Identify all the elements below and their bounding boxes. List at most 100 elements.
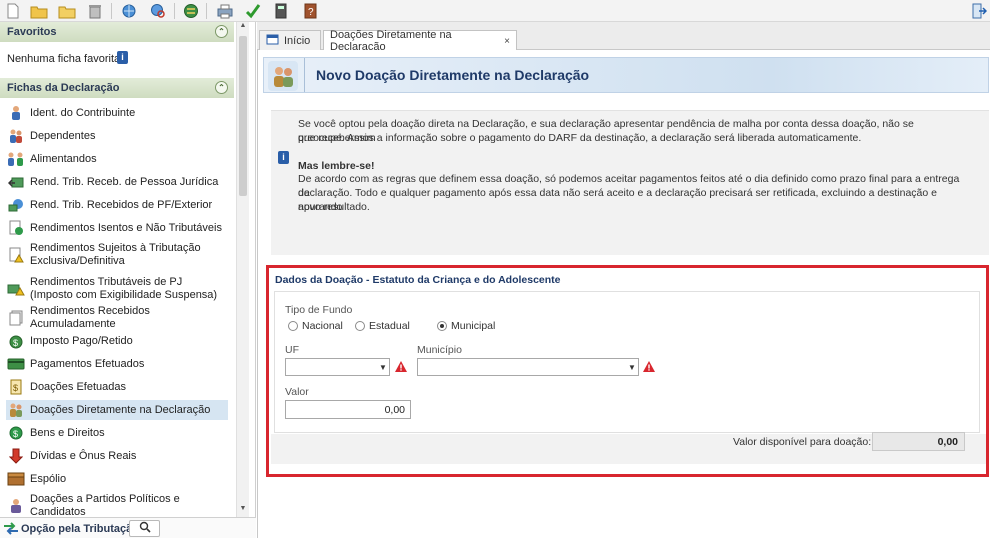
page-banner: Novo Doação Diretamente na Declaração: [263, 57, 989, 93]
sidebar-item-label: Dívidas e Ônus Reais: [30, 449, 137, 462]
sidebar-item-rend-exigibilidade-suspensa[interactable]: Rendimentos Tributáveis de PJ (Imposto c…: [6, 274, 228, 304]
down-arrow-icon: [6, 447, 26, 465]
calculator-icon[interactable]: [272, 2, 290, 20]
municipio-select[interactable]: ▼: [417, 358, 639, 376]
document-check-icon: [6, 219, 26, 237]
trash-icon[interactable]: [86, 2, 104, 20]
sidebar-item-label: Alimentandos: [30, 152, 97, 165]
municipio-label: Município: [417, 344, 462, 356]
ballot-icon: [6, 497, 26, 515]
radio-nacional[interactable]: Nacional: [288, 320, 343, 332]
globe-search-icon[interactable]: [149, 2, 167, 20]
fichas-header[interactable]: Fichas da Declaração ⌃: [0, 78, 234, 98]
info-icon: i: [278, 151, 289, 164]
exit-icon[interactable]: [970, 2, 988, 20]
scroll-down-icon[interactable]: ▼: [237, 505, 249, 517]
sidebar-item-espolio[interactable]: Espólio: [6, 469, 228, 489]
document-warning-icon: [6, 246, 26, 264]
check-icon[interactable]: [244, 2, 262, 20]
arrows-icon: [3, 521, 19, 538]
help-book-icon[interactable]: ?: [301, 2, 319, 20]
svg-text:$: $: [13, 383, 18, 393]
info-box: i Se você optou pela doação direta na De…: [271, 110, 989, 255]
sidebar-item-rend-isentos[interactable]: Rendimentos Isentos e Não Tributáveis: [6, 218, 228, 238]
radio-label: Estadual: [369, 320, 410, 332]
valor-disponivel-value: 0,00: [872, 432, 965, 451]
svg-text:?: ?: [308, 7, 314, 18]
radio-municipal[interactable]: Municipal: [437, 320, 495, 332]
sidebar-item-pagamentos[interactable]: Pagamentos Efetuados: [6, 354, 228, 374]
open-folder-icon[interactable]: [30, 2, 48, 20]
info-icon[interactable]: i: [117, 51, 128, 64]
money-warning-icon: [6, 280, 26, 298]
form-title: Dados da Doação - Estatuto da Criança e …: [275, 274, 561, 286]
page-title: Novo Doação Diretamente na Declaração: [316, 67, 590, 83]
valor-input[interactable]: 0,00: [285, 400, 411, 419]
valor-disponivel-label: Valor disponível para doação:: [733, 436, 872, 448]
sidebar-item-alimentandos[interactable]: Alimentandos: [6, 149, 228, 169]
sidebar-item-label: Imposto Pago/Retido: [30, 334, 133, 347]
sidebar-item-ident-contribuinte[interactable]: Ident. do Contribuinte: [6, 103, 228, 123]
svg-text:$: $: [13, 429, 18, 439]
sidebar-item-rend-trib-pj[interactable]: Rend. Trib. Receb. de Pessoa Jurídica: [6, 172, 228, 192]
close-icon[interactable]: ×: [504, 36, 510, 47]
sidebar-item-dependentes[interactable]: Dependentes: [6, 126, 228, 146]
radio-dot-selected: [437, 321, 447, 331]
sidebar-item-label: Doações Efetuadas: [30, 380, 127, 393]
transmit-icon[interactable]: [182, 2, 200, 20]
radio-estadual[interactable]: Estadual: [355, 320, 410, 332]
tab-inicio[interactable]: Início: [259, 30, 321, 50]
radio-dot: [288, 321, 298, 331]
sidebar-item-rend-acumuladamente[interactable]: Rendimentos Recebidos Acumuladamente: [6, 305, 228, 330]
tab-doacoes-diretamente[interactable]: Doações Diretamente na Declaração ×: [323, 29, 517, 53]
sidebar-item-rend-tributacao-exclusiva[interactable]: Rendimentos Sujeitos à Tributação Exclus…: [6, 240, 228, 270]
form-panel: Tipo de Fundo Nacional Estadual Municipa…: [274, 291, 980, 433]
sidebar-item-label: Rendimentos Recebidos Acumuladamente: [30, 305, 150, 330]
print-icon[interactable]: [216, 2, 234, 20]
content-panel: Novo Doação Diretamente na Declaração i …: [257, 50, 990, 538]
info-paragraph-2-line-3: novo resultado.: [298, 201, 370, 213]
sidebar-item-label: Pagamentos Efetuados: [30, 357, 145, 370]
info-paragraph-1-line-2: que recebermos a informação sobre o paga…: [298, 132, 862, 144]
refresh-globe-icon[interactable]: [120, 2, 138, 20]
sidebar-item-label: Rendimentos Tributáveis de PJ (Imposto c…: [30, 276, 218, 301]
people-icon: [6, 127, 26, 145]
sidebar-scrollbar[interactable]: ▲ ▼: [236, 22, 249, 518]
favoritos-empty-text: Nenhuma ficha favorita: [7, 53, 121, 65]
chevron-down-icon[interactable]: ▼: [626, 359, 638, 375]
folder-icon[interactable]: [58, 2, 76, 20]
sidebar-item-label: Ident. do Contribuinte: [30, 106, 136, 119]
sidebar-item-rend-trib-pf-exterior[interactable]: Rend. Trib. Recebidos de PF/Exterior: [6, 195, 228, 215]
sidebar-item-doacoes-diretamente[interactable]: Doações Diretamente na Declaração: [6, 400, 228, 420]
sidebar-item-bens-direitos[interactable]: $ Bens e Direitos: [6, 423, 228, 443]
collapse-favoritos-icon[interactable]: ⌃: [215, 25, 228, 38]
tipo-fundo-label: Tipo de Fundo: [285, 304, 353, 316]
donation-people-icon: [268, 61, 298, 91]
scroll-up-icon[interactable]: ▲: [237, 22, 249, 34]
sidebar-item-dividas[interactable]: Dívidas e Ônus Reais: [6, 446, 228, 466]
valor-label: Valor: [285, 386, 309, 398]
radio-dot: [355, 321, 365, 331]
warning-icon: [643, 361, 655, 372]
tab-label: Início: [284, 34, 311, 47]
sidebar-item-imposto-pago[interactable]: $ Imposto Pago/Retido: [6, 331, 228, 351]
sidebar-item-label: Rend. Trib. Receb. de Pessoa Jurídica: [30, 175, 219, 188]
search-icon: [139, 521, 151, 536]
main-area: Início Doações Diretamente na Declaração…: [257, 22, 990, 538]
chevron-down-icon[interactable]: ▼: [377, 359, 389, 375]
new-file-icon[interactable]: [4, 2, 22, 20]
uf-select[interactable]: ▼: [285, 358, 390, 376]
favoritos-header[interactable]: Favoritos ⌃: [0, 22, 234, 42]
sidebar-item-doacoes-efetuadas[interactable]: $ Doações Efetuadas: [6, 377, 228, 397]
opcao-tributacao-bar: Opção pela Tributação:: [0, 517, 256, 538]
opcao-tributacao-button[interactable]: [129, 520, 160, 537]
sidebar-item-label: Dependentes: [30, 129, 96, 142]
uf-label: UF: [285, 344, 299, 356]
scroll-thumb[interactable]: [239, 36, 247, 196]
svg-text:$: $: [13, 338, 18, 348]
sidebar-item-label: Rendimentos Isentos e Não Tributáveis: [30, 221, 222, 234]
home-icon: [266, 34, 279, 48]
chest-icon: [6, 470, 26, 488]
favoritos-title: Favoritos: [7, 26, 57, 38]
collapse-fichas-icon[interactable]: ⌃: [215, 81, 228, 94]
